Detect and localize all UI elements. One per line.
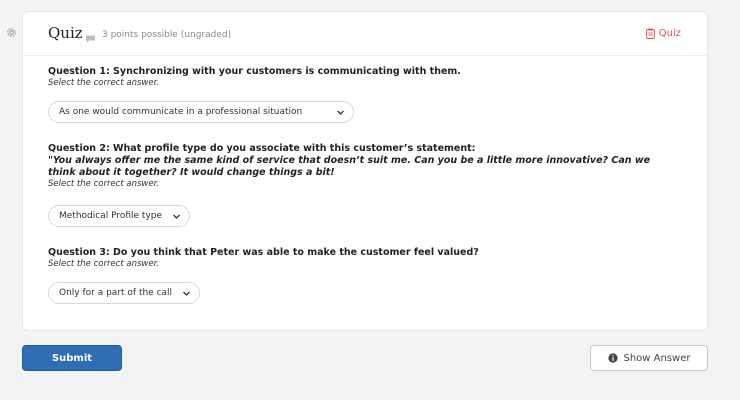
quiz-card: Quiz 3 points possible (ungraded) Quiz Q… — [22, 11, 708, 331]
question-3-selected: Only for a part of the call — [59, 288, 173, 298]
question-2-select[interactable]: Methodical Profile type — [48, 205, 190, 227]
question-1: Question 1: Synchronizing with your cust… — [48, 66, 678, 89]
info-icon — [607, 353, 618, 363]
question-1-select[interactable]: As one would communicate in a profession… — [48, 101, 354, 123]
question-3-hint: Select the correct answer. — [48, 259, 159, 269]
quiz-panel: Quiz 3 points possible (ungraded) Quiz Q… — [0, 0, 740, 400]
question-2-selected: Methodical Profile type — [59, 211, 163, 221]
question-3-select[interactable]: Only for a part of the call — [48, 282, 200, 304]
question-2: Question 2: What profile type do you ass… — [48, 143, 678, 190]
show-answer-label: Show Answer — [623, 352, 691, 364]
question-3-title: Question 3: Do you think that Peter was … — [48, 247, 479, 258]
quiz-tag[interactable]: Quiz — [645, 28, 681, 39]
chat-icon — [85, 29, 96, 43]
clipboard-icon — [645, 28, 655, 39]
chevron-down-icon — [337, 110, 344, 115]
question-3: Question 3: Do you think that Peter was … — [48, 247, 678, 270]
chevron-down-icon — [183, 291, 190, 296]
points-label: 3 points possible (ungraded) — [102, 30, 232, 40]
chevron-down-icon — [173, 214, 180, 219]
quiz-header: Quiz 3 points possible (ungraded) Quiz — [23, 12, 707, 56]
quiz-tag-label: Quiz — [658, 28, 681, 39]
gear-icon[interactable] — [6, 27, 18, 39]
quiz-title: Quiz — [48, 24, 83, 42]
question-2-quote: "You always offer me the same kind of se… — [48, 155, 651, 178]
question-2-title: Question 2: What profile type do you ass… — [48, 143, 476, 154]
question-1-selected: As one would communicate in a profession… — [59, 107, 303, 117]
question-2-hint: Select the correct answer. — [48, 179, 159, 189]
question-1-hint: Select the correct answer. — [48, 78, 159, 88]
question-1-title: Question 1: Synchronizing with your cust… — [48, 66, 461, 77]
show-answer-button[interactable]: Show Answer — [590, 345, 708, 371]
submit-button[interactable]: Submit — [22, 345, 122, 371]
